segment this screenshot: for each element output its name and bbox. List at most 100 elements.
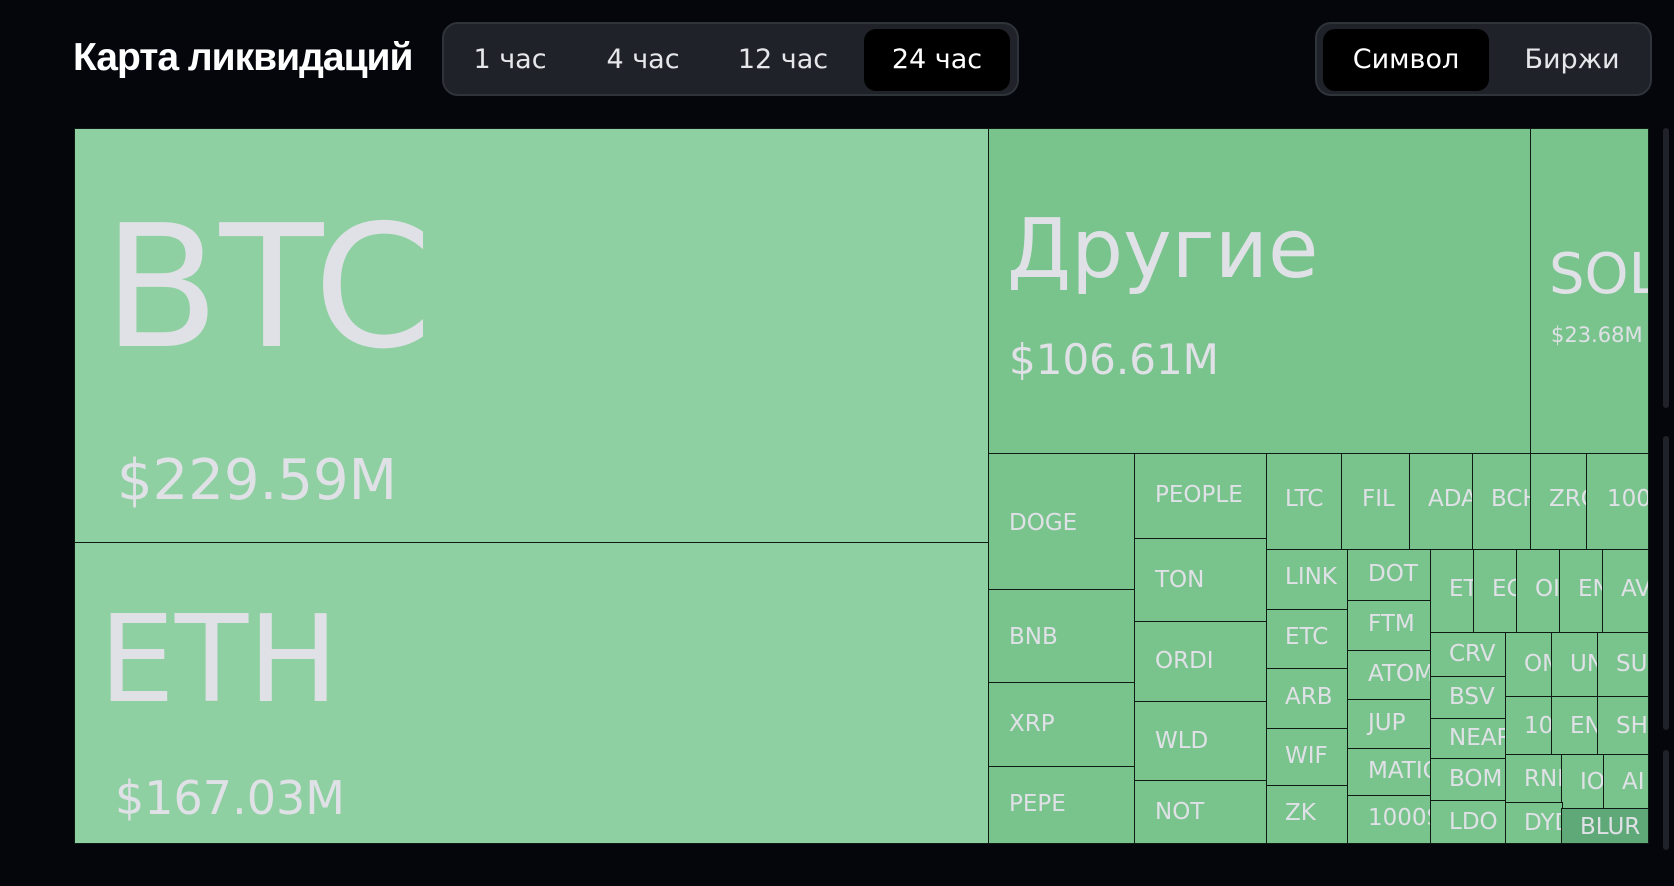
tile-value: $167.03M [115, 771, 345, 825]
tile-sh[interactable]: SH [1597, 696, 1649, 756]
tile-arb[interactable]: ARB [1266, 668, 1349, 730]
tile-en[interactable]: EN [1559, 549, 1604, 634]
tile-om[interactable]: OM [1505, 632, 1553, 698]
tile-symbol: RND [1524, 766, 1562, 792]
tile-people[interactable]: PEOPLE [1134, 453, 1268, 540]
tile-et[interactable]: ET [1430, 549, 1475, 634]
tile-bch[interactable]: BCH [1472, 453, 1532, 551]
tile-symbol: ADA [1428, 486, 1474, 512]
tile-symbol: ET [1449, 576, 1475, 602]
tile-symbol: LINK [1285, 564, 1337, 590]
liquidation-treemap: BTC $229.59M ETH $167.03M Другие $106.61… [74, 128, 1649, 844]
tile-symbol: NEAR [1449, 725, 1507, 751]
tile-near[interactable]: NEAR [1430, 718, 1507, 760]
tile-symbol: ORDI [1155, 648, 1214, 674]
tile-un[interactable]: UN [1551, 632, 1599, 698]
tile-symbol: PEOPLE [1155, 482, 1243, 508]
page-title: Карта ликвидаций [73, 36, 413, 79]
tile-ton[interactable]: TON [1134, 538, 1268, 623]
tile-symbol: CRV [1449, 641, 1496, 667]
tile-symbol: BOM [1449, 766, 1503, 792]
tile-symbol: BSV [1449, 684, 1495, 710]
tile-blur[interactable]: BLUR [1561, 808, 1649, 844]
tile-symbol: ZRO [1549, 486, 1587, 512]
tile-wld[interactable]: WLD [1134, 701, 1268, 782]
tile-symbol: WIF [1285, 743, 1328, 769]
tile-bsv[interactable]: BSV [1430, 676, 1507, 720]
tile-symbol: AI [1622, 769, 1645, 795]
tile-symbol: AV [1621, 576, 1649, 602]
tile-dyd[interactable]: DYD [1505, 802, 1563, 844]
tile-not[interactable]: NOT [1134, 780, 1268, 844]
view-selector: Символ Биржи [1315, 22, 1652, 96]
tile-symbol: BNB [1009, 624, 1058, 650]
tile-symbol: LDO [1449, 809, 1498, 835]
tile-matic[interactable]: MATIC [1347, 748, 1432, 797]
tile-ada[interactable]: ADA [1409, 453, 1474, 551]
tile-jup[interactable]: JUP [1347, 699, 1432, 750]
tile-value: $23.68M [1551, 323, 1643, 347]
tile-link[interactable]: LINK [1266, 549, 1349, 611]
tile-zk[interactable]: ZK [1266, 785, 1349, 844]
tile-en-2[interactable]: EN [1551, 696, 1599, 756]
side-panel-edge [1663, 436, 1669, 730]
tile-fil[interactable]: FIL [1341, 453, 1411, 551]
tile-symbol: IO [1580, 769, 1605, 795]
tile-10[interactable]: 10 [1505, 696, 1553, 756]
tile-symbol: SOL [1549, 242, 1649, 307]
timeframe-selector: 1 час 4 час 12 час 24 час [442, 22, 1019, 96]
tile-bom[interactable]: BOM [1430, 758, 1507, 802]
tile-dot[interactable]: DOT [1347, 549, 1432, 602]
tile-doge[interactable]: DOGE [988, 453, 1136, 591]
tile-others[interactable]: Другие $106.61M [988, 128, 1531, 455]
tile-pepe[interactable]: PEPE [988, 766, 1136, 844]
tile-symbol: LTC [1285, 486, 1324, 512]
tile-btc[interactable]: BTC $229.59M [74, 128, 989, 544]
tab-1h[interactable]: 1 час [450, 29, 570, 91]
tile-100[interactable]: 100 [1586, 453, 1649, 551]
tile-ordi[interactable]: ORDI [1134, 621, 1268, 703]
tile-bnb[interactable]: BNB [988, 589, 1136, 684]
tile-ftm[interactable]: FTM [1347, 600, 1432, 652]
tile-ldo[interactable]: LDO [1430, 800, 1507, 844]
tile-atom[interactable]: ATOM [1347, 650, 1432, 701]
tile-symbol: FIL [1362, 486, 1395, 512]
tile-oi[interactable]: OI [1516, 549, 1561, 634]
tile-wif[interactable]: WIF [1266, 728, 1349, 787]
tile-symbol: Другие [1007, 202, 1319, 297]
tile-symbol: 100 [1607, 486, 1649, 512]
tile-symbol: OI [1535, 576, 1560, 602]
tab-symbol[interactable]: Символ [1323, 29, 1489, 91]
tile-symbol: ZK [1285, 800, 1316, 826]
tile-zro[interactable]: ZRO [1530, 453, 1588, 551]
tab-12h[interactable]: 12 час [716, 29, 850, 91]
tile-symbol: ARB [1285, 684, 1333, 710]
tile-etc[interactable]: ETC [1266, 609, 1349, 670]
tab-24h[interactable]: 24 час [864, 29, 1010, 91]
tab-exchanges[interactable]: Биржи [1499, 29, 1645, 91]
tile-symbol: SH [1616, 713, 1648, 739]
tile-1000s[interactable]: 1000S [1347, 795, 1432, 844]
tile-symbol: 1000S [1368, 805, 1431, 831]
tile-symbol: EN [1578, 576, 1603, 602]
tile-io[interactable]: IO [1561, 754, 1605, 810]
tile-symbol: NOT [1155, 799, 1205, 825]
tile-eth[interactable]: ETH $167.03M [74, 542, 989, 844]
tile-symbol: DYD [1524, 810, 1562, 836]
tile-ltc[interactable]: LTC [1266, 453, 1343, 551]
tile-su[interactable]: SU [1597, 632, 1649, 698]
tile-symbol: ATOM [1368, 661, 1432, 687]
tile-eg[interactable]: EG [1473, 549, 1518, 634]
tile-symbol: JUP [1368, 710, 1406, 736]
tile-symbol: EG [1492, 576, 1517, 602]
tile-symbol: SU [1616, 651, 1648, 677]
tile-symbol: DOGE [1009, 510, 1078, 536]
tile-ai[interactable]: AI [1603, 754, 1649, 810]
tile-av[interactable]: AV [1602, 549, 1649, 634]
tile-rnd[interactable]: RND [1505, 754, 1563, 804]
tile-sol[interactable]: SOL $23.68M [1530, 128, 1649, 455]
tile-xrp[interactable]: XRP [988, 682, 1136, 768]
tab-4h[interactable]: 4 час [578, 29, 708, 91]
tile-symbol: BTC [103, 189, 433, 387]
tile-crv[interactable]: CRV [1430, 632, 1507, 678]
